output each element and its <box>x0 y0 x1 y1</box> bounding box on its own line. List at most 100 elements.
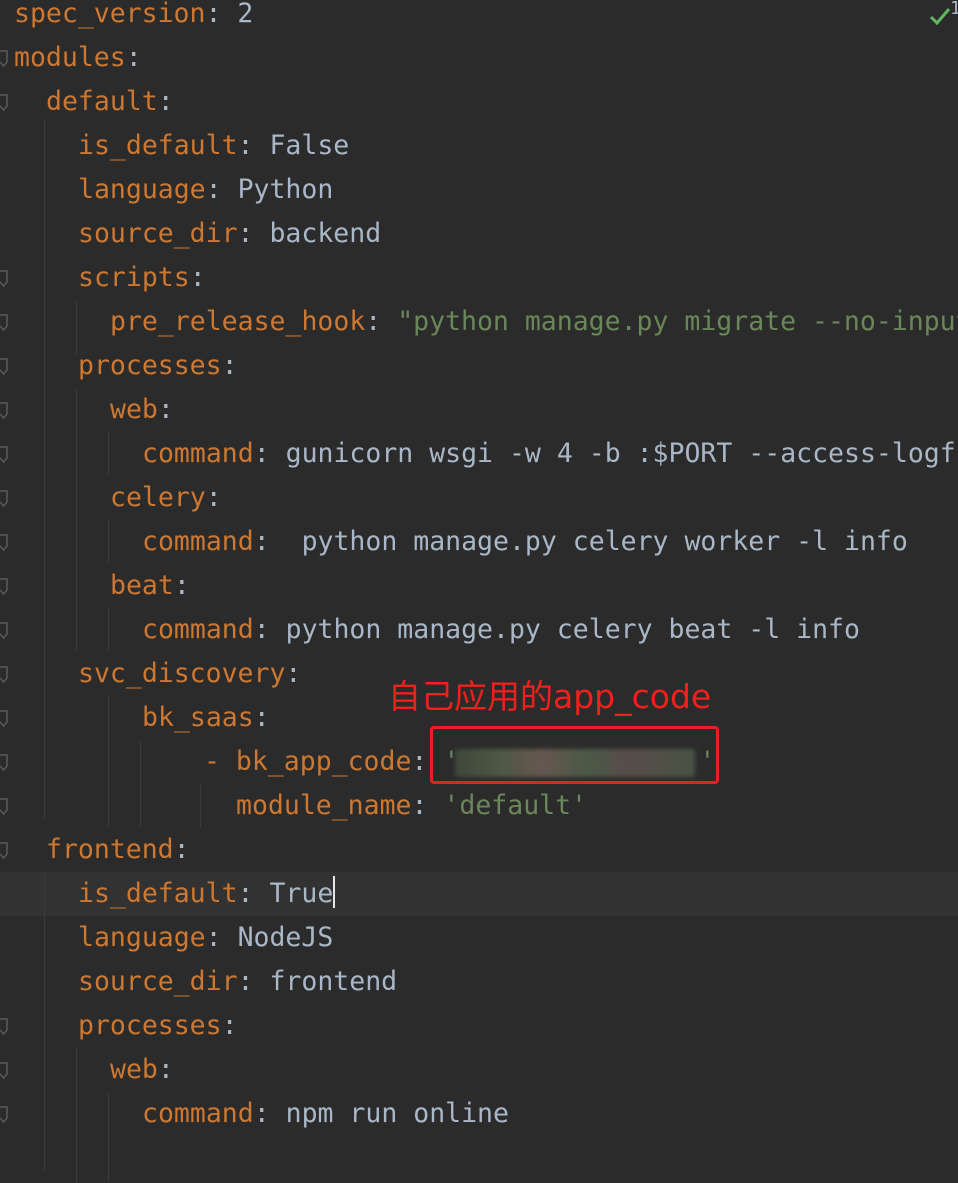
yaml-colon: : <box>157 86 174 117</box>
yaml-value: NodeJS <box>237 922 334 953</box>
code-text: celery: <box>110 476 222 520</box>
yaml-value: frontend <box>269 966 398 997</box>
code-line[interactable]: source_dir: frontend <box>0 960 958 1004</box>
yaml-value: False <box>269 130 350 161</box>
yaml-value: True <box>269 878 334 909</box>
fold-marker-icon[interactable] <box>0 578 9 596</box>
code-line[interactable]: is_default: False <box>0 124 958 168</box>
code-text: language: NodeJS <box>78 916 333 960</box>
code-line[interactable]: module_name: 'default' <box>0 784 958 828</box>
yaml-key: spec_version <box>14 0 206 29</box>
fold-marker-icon[interactable] <box>0 842 9 860</box>
yaml-colon: : <box>125 42 142 73</box>
code-text: command: gunicorn wsgi -w 4 -b :$PORT --… <box>142 432 958 476</box>
code-text: command: npm run online <box>142 1092 509 1136</box>
code-line[interactable]: command: python manage.py celery beat -l… <box>0 608 958 652</box>
code-line[interactable]: is_default: True <box>0 872 958 916</box>
yaml-key: command <box>142 438 254 469</box>
yaml-key: celery <box>110 482 206 513</box>
code-line[interactable]: source_dir: backend <box>0 212 958 256</box>
yaml-key: bk_saas <box>142 702 254 733</box>
code-line[interactable]: processes: <box>0 344 958 388</box>
fold-marker-icon[interactable] <box>0 50 9 68</box>
fold-marker-icon[interactable] <box>0 358 9 376</box>
fold-marker-icon[interactable] <box>0 446 9 464</box>
code-line[interactable]: command: gunicorn wsgi -w 4 -b :$PORT --… <box>0 432 958 476</box>
yaml-colon: : <box>253 1098 286 1129</box>
yaml-key: bk_app_code <box>235 746 412 777</box>
code-text: modules: <box>14 36 142 80</box>
code-line[interactable]: scripts: <box>0 256 958 300</box>
yaml-value: npm run online <box>285 1098 509 1129</box>
yaml-colon: : <box>253 526 302 557</box>
code-text: svc_discovery: <box>78 652 301 696</box>
code-line[interactable]: command: python manage.py celery worker … <box>0 520 958 564</box>
fold-marker-icon[interactable] <box>0 1106 9 1124</box>
code-line[interactable]: spec_version: 2 <box>0 0 958 36</box>
fold-marker-icon[interactable] <box>0 270 9 288</box>
annotation-label: 自己应用的app_code <box>388 677 712 716</box>
code-line[interactable]: web: <box>0 1048 958 1092</box>
fold-marker-icon[interactable] <box>0 1018 9 1036</box>
code-line[interactable]: beat: <box>0 564 958 608</box>
fold-marker-icon[interactable] <box>0 622 9 640</box>
fold-marker-icon[interactable] <box>0 1062 9 1080</box>
yaml-key: frontend <box>46 834 174 865</box>
code-line[interactable]: web: <box>0 388 958 432</box>
yaml-colon: : <box>237 130 270 161</box>
fold-marker-icon[interactable] <box>0 94 9 112</box>
code-line[interactable]: modules: <box>0 36 958 80</box>
code-text: module_name: 'default' <box>236 784 587 828</box>
yaml-colon: : <box>221 350 238 381</box>
yaml-key: pre_release_hook <box>110 306 366 337</box>
yaml-key: modules <box>14 42 126 73</box>
indent-guide <box>108 432 109 476</box>
code-text: pre_release_hook: "python manage.py migr… <box>110 300 958 344</box>
yaml-key: default <box>46 86 158 117</box>
fold-marker-icon[interactable] <box>0 666 9 684</box>
yaml-key: command <box>142 1098 254 1129</box>
yaml-key: language <box>78 174 206 205</box>
fold-marker-icon[interactable] <box>0 710 9 728</box>
code-line[interactable]: command: npm run online <box>0 1092 958 1136</box>
fold-marker-icon[interactable] <box>0 534 9 552</box>
code-line[interactable]: default: <box>0 80 958 124</box>
yaml-key: web <box>110 394 158 425</box>
fold-marker-icon[interactable] <box>0 490 9 508</box>
yaml-key: module_name <box>236 790 412 821</box>
yaml-value: 'default' <box>443 790 588 821</box>
yaml-colon: : <box>173 834 190 865</box>
yaml-colon: : <box>253 438 286 469</box>
code-editor[interactable]: 1 spec_version: 2 modules: default: is_defa… <box>0 0 958 1183</box>
code-line[interactable]: language: Python <box>0 168 958 212</box>
indent-guide <box>108 1092 109 1182</box>
yaml-colon: : <box>285 658 302 689</box>
code-line[interactable]: pre_release_hook: "python manage.py migr… <box>0 300 958 344</box>
code-line[interactable]: language: NodeJS <box>0 916 958 960</box>
yaml-key: svc_discovery <box>78 658 286 689</box>
fold-marker-icon[interactable] <box>0 798 9 816</box>
yaml-value: backend <box>269 218 382 249</box>
yaml-colon: : <box>237 878 270 909</box>
yaml-key: beat <box>110 570 174 601</box>
yaml-colon: : <box>253 702 270 733</box>
list-dash: - <box>204 746 236 777</box>
code-text: processes: <box>78 344 238 388</box>
code-line[interactable]: frontend: <box>0 828 958 872</box>
code-line[interactable]: processes: <box>0 1004 958 1048</box>
yaml-colon: : <box>237 218 270 249</box>
fold-marker-icon[interactable] <box>0 754 9 772</box>
yaml-colon: : <box>221 1010 238 1041</box>
code-line[interactable]: celery: <box>0 476 958 520</box>
indent-guide <box>44 872 45 1172</box>
yaml-value: gunicorn wsgi -w 4 -b :$PORT --access-lo… <box>285 438 958 469</box>
code-text: command: python manage.py celery worker … <box>142 520 908 564</box>
indent-guide <box>108 608 109 652</box>
yaml-key: scripts <box>78 262 190 293</box>
fold-marker-icon[interactable] <box>0 402 9 420</box>
indent-guide <box>76 388 77 650</box>
yaml-value: python manage.py celery beat -l info <box>285 614 860 645</box>
yaml-key: processes <box>78 1010 222 1041</box>
annotation-highlight-box <box>430 726 719 784</box>
fold-marker-icon[interactable] <box>0 314 9 332</box>
